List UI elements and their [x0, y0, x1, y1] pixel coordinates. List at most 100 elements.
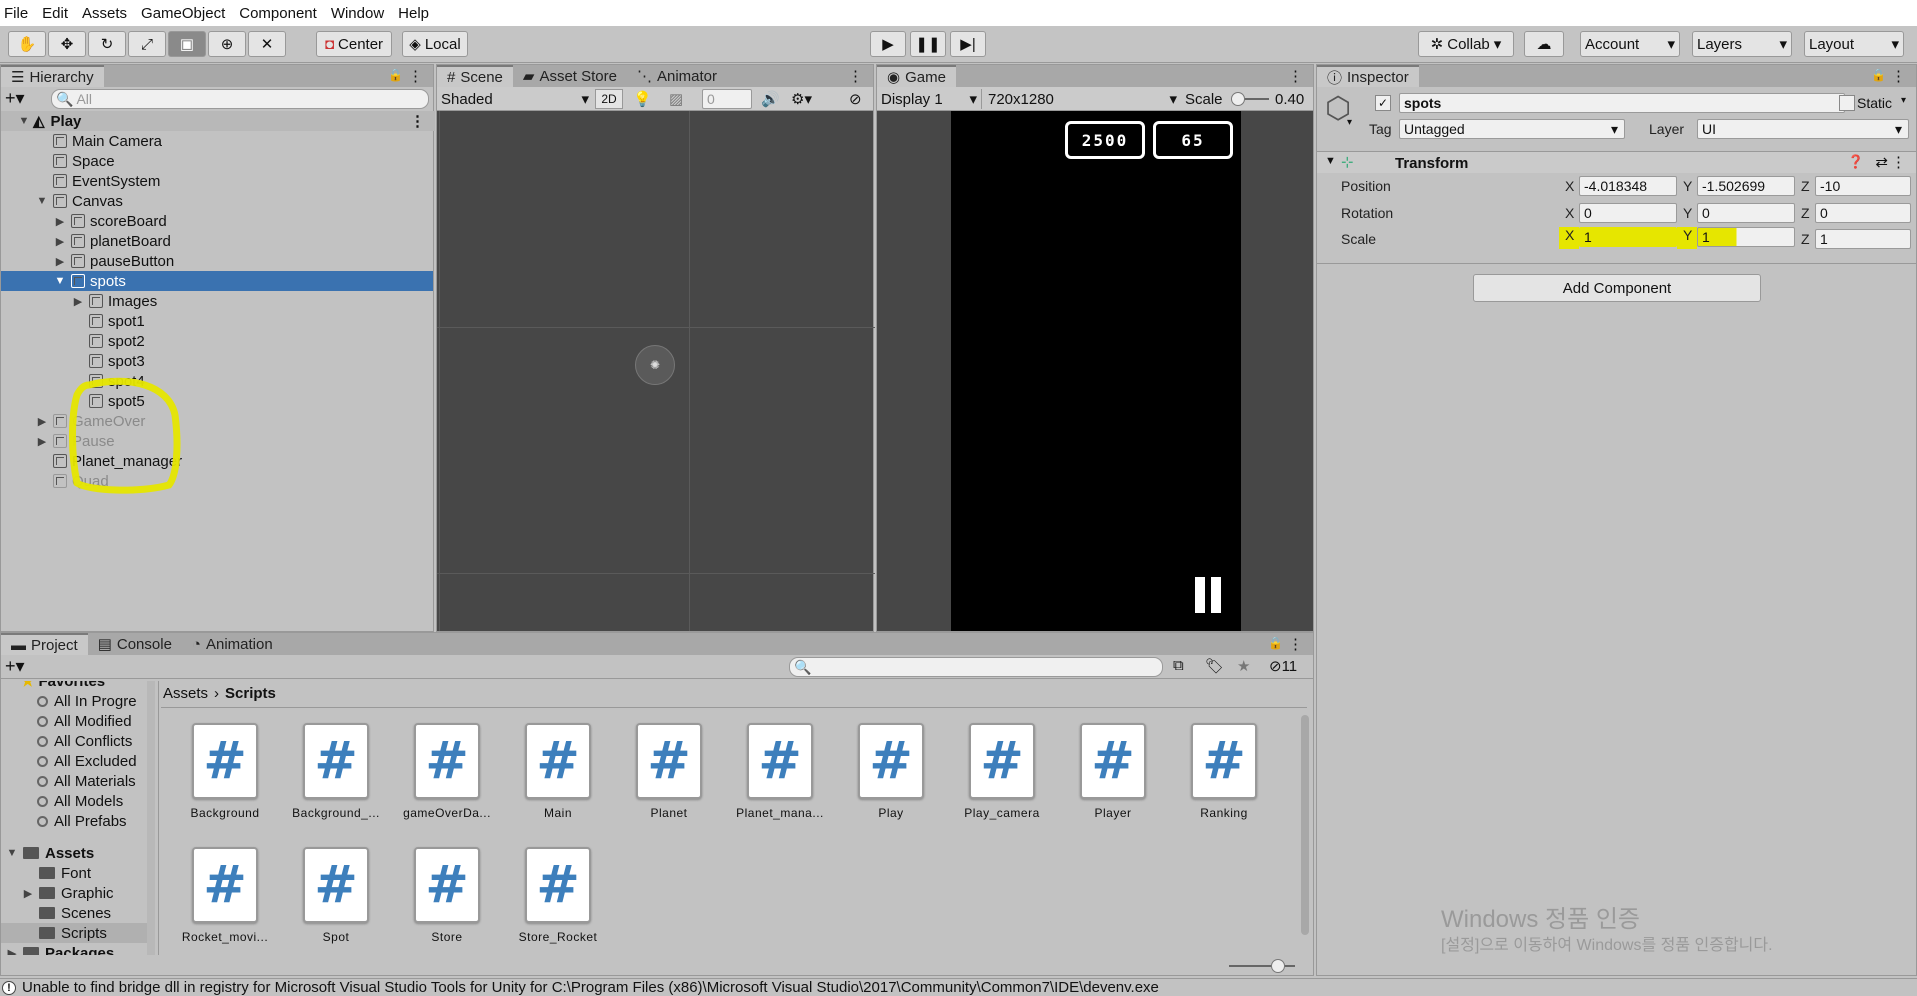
folder-item[interactable]: Font	[1, 863, 91, 883]
script-asset[interactable]: # Play	[841, 723, 941, 833]
favorites-header[interactable]: ★ Favorites	[1, 681, 105, 691]
account-dropdown[interactable]: Account ▾	[1580, 31, 1680, 57]
lock-icon[interactable]: 🔒	[388, 68, 403, 82]
tab-game[interactable]: ◉ Game	[877, 65, 956, 87]
scale-x-field[interactable]: 1	[1579, 227, 1677, 247]
add-icon[interactable]: +▾	[5, 656, 25, 677]
hierarchy-search-input[interactable]: 🔍 All	[51, 89, 429, 109]
move-tool-button[interactable]: ✥	[48, 31, 86, 57]
script-asset[interactable]: # Background	[175, 723, 275, 833]
project-search-input[interactable]: 🔍	[789, 657, 1163, 677]
kebab-menu-icon[interactable]: ⋮	[1891, 67, 1906, 85]
script-asset[interactable]: # Ranking	[1174, 723, 1274, 833]
chevron-down-icon[interactable]: ▾	[1347, 117, 1352, 128]
custom-tool-button[interactable]: ✕	[248, 31, 286, 57]
script-asset[interactable]: # Play_camera	[952, 723, 1052, 833]
script-asset[interactable]: # Planet_mana...	[730, 723, 830, 833]
tab-scene[interactable]: # Scene	[437, 65, 513, 87]
rect-tool-button[interactable]: ▣	[168, 31, 206, 57]
lock-icon[interactable]: 🔒	[1871, 68, 1886, 82]
menu-help[interactable]: Help	[398, 5, 429, 22]
expand-arrow-icon[interactable]: ▼	[35, 195, 49, 207]
add-component-button[interactable]: Add Component	[1473, 274, 1761, 302]
expand-arrow-icon[interactable]: ▼	[5, 847, 19, 859]
script-asset[interactable]: # Rocket_movi...	[175, 847, 275, 955]
chevron-down-icon[interactable]: ▾	[1901, 95, 1906, 106]
active-checkbox[interactable]: ✓	[1375, 95, 1391, 111]
shading-mode-dropdown[interactable]: Shaded ▾	[441, 89, 589, 109]
collab-button[interactable]: ✲ Collab ▾	[1418, 31, 1514, 57]
favorite-item[interactable]: All Materials	[1, 771, 136, 791]
step-button[interactable]: ▶|	[950, 31, 986, 57]
hidden-packages-toggle[interactable]: ⊘11	[1269, 657, 1297, 675]
preset-icon[interactable]: ⇄	[1875, 153, 1888, 171]
position-z-field[interactable]: -10	[1815, 176, 1911, 196]
expand-arrow-icon[interactable]: ▼	[53, 275, 67, 287]
expand-arrow-icon[interactable]: ▶	[71, 295, 85, 308]
layer-dropdown[interactable]: UI ▾	[1697, 119, 1909, 139]
display-dropdown[interactable]: Display 1 ▾	[881, 89, 977, 109]
object-name-input[interactable]: spots	[1399, 93, 1845, 113]
script-asset[interactable]: # Store_Rocket	[508, 847, 608, 955]
tab-animation[interactable]: ◔ Animation	[182, 633, 283, 655]
favorite-star-icon[interactable]: ★	[1237, 657, 1250, 675]
tab-asset-store[interactable]: ▰ Asset Store	[513, 65, 627, 87]
rotation-y-field[interactable]: 0	[1697, 203, 1795, 223]
kebab-menu-icon[interactable]: ⋮	[848, 67, 863, 85]
assets-root[interactable]: ▼ Assets	[1, 843, 95, 863]
kebab-menu-icon[interactable]: ⋮	[410, 112, 425, 130]
menu-assets[interactable]: Assets	[82, 5, 127, 22]
pause-button[interactable]: ❚❚	[910, 31, 946, 57]
kebab-menu-icon[interactable]: ⋮	[1288, 635, 1303, 653]
script-asset[interactable]: # gameOverDa...	[397, 723, 497, 833]
expand-arrow-icon[interactable]: ▶	[35, 435, 49, 448]
list-item[interactable]: ▶ planetBoard	[1, 231, 171, 251]
position-x-field[interactable]: -4.018348	[1579, 176, 1677, 196]
help-icon[interactable]: ❓	[1848, 154, 1864, 170]
kebab-menu-icon[interactable]: ⋮	[1288, 67, 1303, 85]
script-asset[interactable]: # Planet	[619, 723, 719, 833]
menu-edit[interactable]: Edit	[42, 5, 68, 22]
list-item[interactable]: EventSystem	[1, 171, 160, 191]
favorite-item[interactable]: All Prefabs	[1, 811, 127, 831]
effects-icon[interactable]: ⚙▾	[791, 90, 812, 108]
game-pause-button[interactable]	[1195, 577, 1223, 613]
icon-size-slider[interactable]	[1229, 959, 1295, 973]
expand-arrow-icon[interactable]: ▶	[53, 235, 67, 248]
add-icon[interactable]: +▾	[5, 88, 25, 109]
filter-label-icon[interactable]: 🏷	[1205, 657, 1224, 675]
layout-dropdown[interactable]: Layout ▾	[1804, 31, 1904, 57]
lighting-icon[interactable]: 💡	[633, 90, 652, 108]
folder-item-selected[interactable]: Scripts	[1, 923, 151, 943]
list-item[interactable]: ▶ Images	[1, 291, 157, 311]
expand-arrow-icon[interactable]: ▶	[53, 255, 67, 268]
play-button[interactable]: ▶	[870, 31, 906, 57]
tree-scrollbar[interactable]	[147, 681, 155, 955]
script-asset[interactable]: # Spot	[286, 847, 386, 955]
pivot-local-button[interactable]: ◈ Local	[402, 31, 468, 57]
favorite-item[interactable]: All Conflicts	[1, 731, 132, 751]
resolution-dropdown[interactable]: 720x1280 ▾	[981, 89, 1177, 109]
rotation-z-field[interactable]: 0	[1815, 203, 1911, 223]
list-item[interactable]: Main Camera	[1, 131, 162, 151]
expand-arrow-icon[interactable]: ▶	[5, 947, 19, 956]
menu-component[interactable]: Component	[239, 5, 317, 22]
scale-tool-button[interactable]: ⤢	[128, 31, 166, 57]
tab-hierarchy[interactable]: ☰ Hierarchy	[1, 65, 104, 87]
collapse-arrow-icon[interactable]: ▼	[1325, 155, 1336, 167]
packages-root[interactable]: ▶ Packages	[1, 943, 114, 955]
scene-viewport[interactable]: ✺	[437, 111, 875, 631]
kebab-menu-icon[interactable]: ⋮	[408, 67, 423, 85]
scene-row[interactable]: ▼ ◭ Play ⋮	[1, 111, 435, 131]
list-item[interactable]: spot2	[1, 331, 145, 351]
expand-arrow-icon[interactable]: ▶	[21, 887, 35, 900]
status-bar[interactable]: ! Unable to find bridge dll in registry …	[0, 978, 1917, 996]
folder-item[interactable]: Scenes	[1, 903, 111, 923]
expand-arrow-icon[interactable]: ▶	[53, 215, 67, 228]
tab-inspector[interactable]: ⓘ Inspector	[1317, 65, 1419, 87]
menu-window[interactable]: Window	[331, 5, 384, 22]
script-asset[interactable]: # Player	[1063, 723, 1163, 833]
tag-dropdown[interactable]: Untagged ▾	[1399, 119, 1625, 139]
hand-tool-button[interactable]: ✋	[8, 31, 46, 57]
list-item[interactable]: ▼ Canvas	[1, 191, 123, 211]
